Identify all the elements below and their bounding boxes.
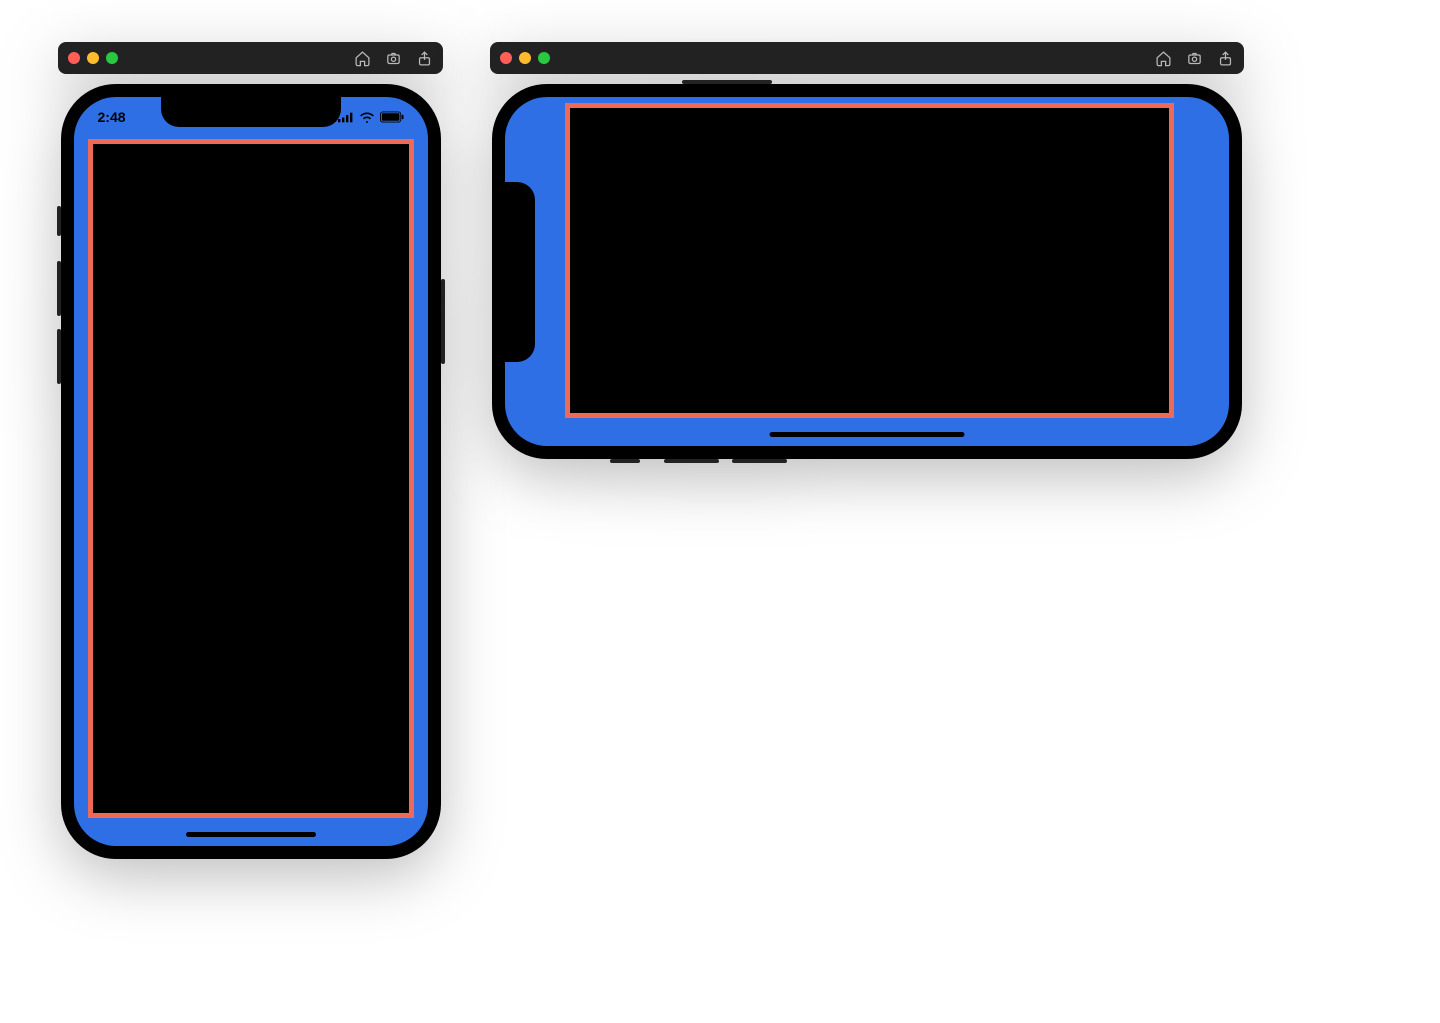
share-icon[interactable] bbox=[1217, 50, 1234, 67]
volume-up-btn bbox=[57, 261, 61, 316]
window-close-button[interactable] bbox=[500, 52, 512, 64]
status-time: 2:48 bbox=[98, 109, 126, 125]
volume-down-btn bbox=[732, 459, 787, 463]
traffic-lights bbox=[500, 52, 550, 64]
battery-icon bbox=[380, 111, 404, 123]
simulator-portrait: 2:48 bbox=[58, 42, 443, 859]
window-zoom-button[interactable] bbox=[538, 52, 550, 64]
volume-down-btn bbox=[57, 329, 61, 384]
volume-up-btn bbox=[664, 459, 719, 463]
simulator-toolbar bbox=[58, 42, 443, 74]
simulator-landscape bbox=[490, 42, 1244, 459]
wifi-icon bbox=[359, 111, 375, 123]
window-close-button[interactable] bbox=[68, 52, 80, 64]
safe-area-content[interactable] bbox=[565, 103, 1174, 418]
screenshot-icon[interactable] bbox=[1186, 50, 1203, 67]
device-screen[interactable] bbox=[505, 97, 1229, 446]
device-notch bbox=[505, 182, 535, 362]
toolbar-icons bbox=[1155, 50, 1234, 67]
home-indicator bbox=[770, 432, 965, 437]
side-button bbox=[682, 80, 772, 84]
traffic-lights bbox=[68, 52, 118, 64]
home-icon[interactable] bbox=[1155, 50, 1172, 67]
window-zoom-button[interactable] bbox=[106, 52, 118, 64]
mute-switch bbox=[57, 206, 61, 236]
screenshot-icon[interactable] bbox=[385, 50, 402, 67]
device-frame-portrait: 2:48 bbox=[61, 84, 441, 859]
status-right bbox=[338, 111, 404, 123]
device-screen[interactable]: 2:48 bbox=[74, 97, 428, 846]
home-indicator bbox=[186, 832, 316, 837]
share-icon[interactable] bbox=[416, 50, 433, 67]
device-frame-landscape bbox=[492, 84, 1242, 459]
window-minimize-button[interactable] bbox=[519, 52, 531, 64]
side-button bbox=[441, 279, 445, 364]
simulator-toolbar bbox=[490, 42, 1244, 74]
window-minimize-button[interactable] bbox=[87, 52, 99, 64]
safe-area-content[interactable] bbox=[88, 139, 414, 818]
device-notch bbox=[161, 97, 341, 127]
toolbar-icons bbox=[354, 50, 433, 67]
home-icon[interactable] bbox=[354, 50, 371, 67]
mute-switch bbox=[610, 459, 640, 463]
